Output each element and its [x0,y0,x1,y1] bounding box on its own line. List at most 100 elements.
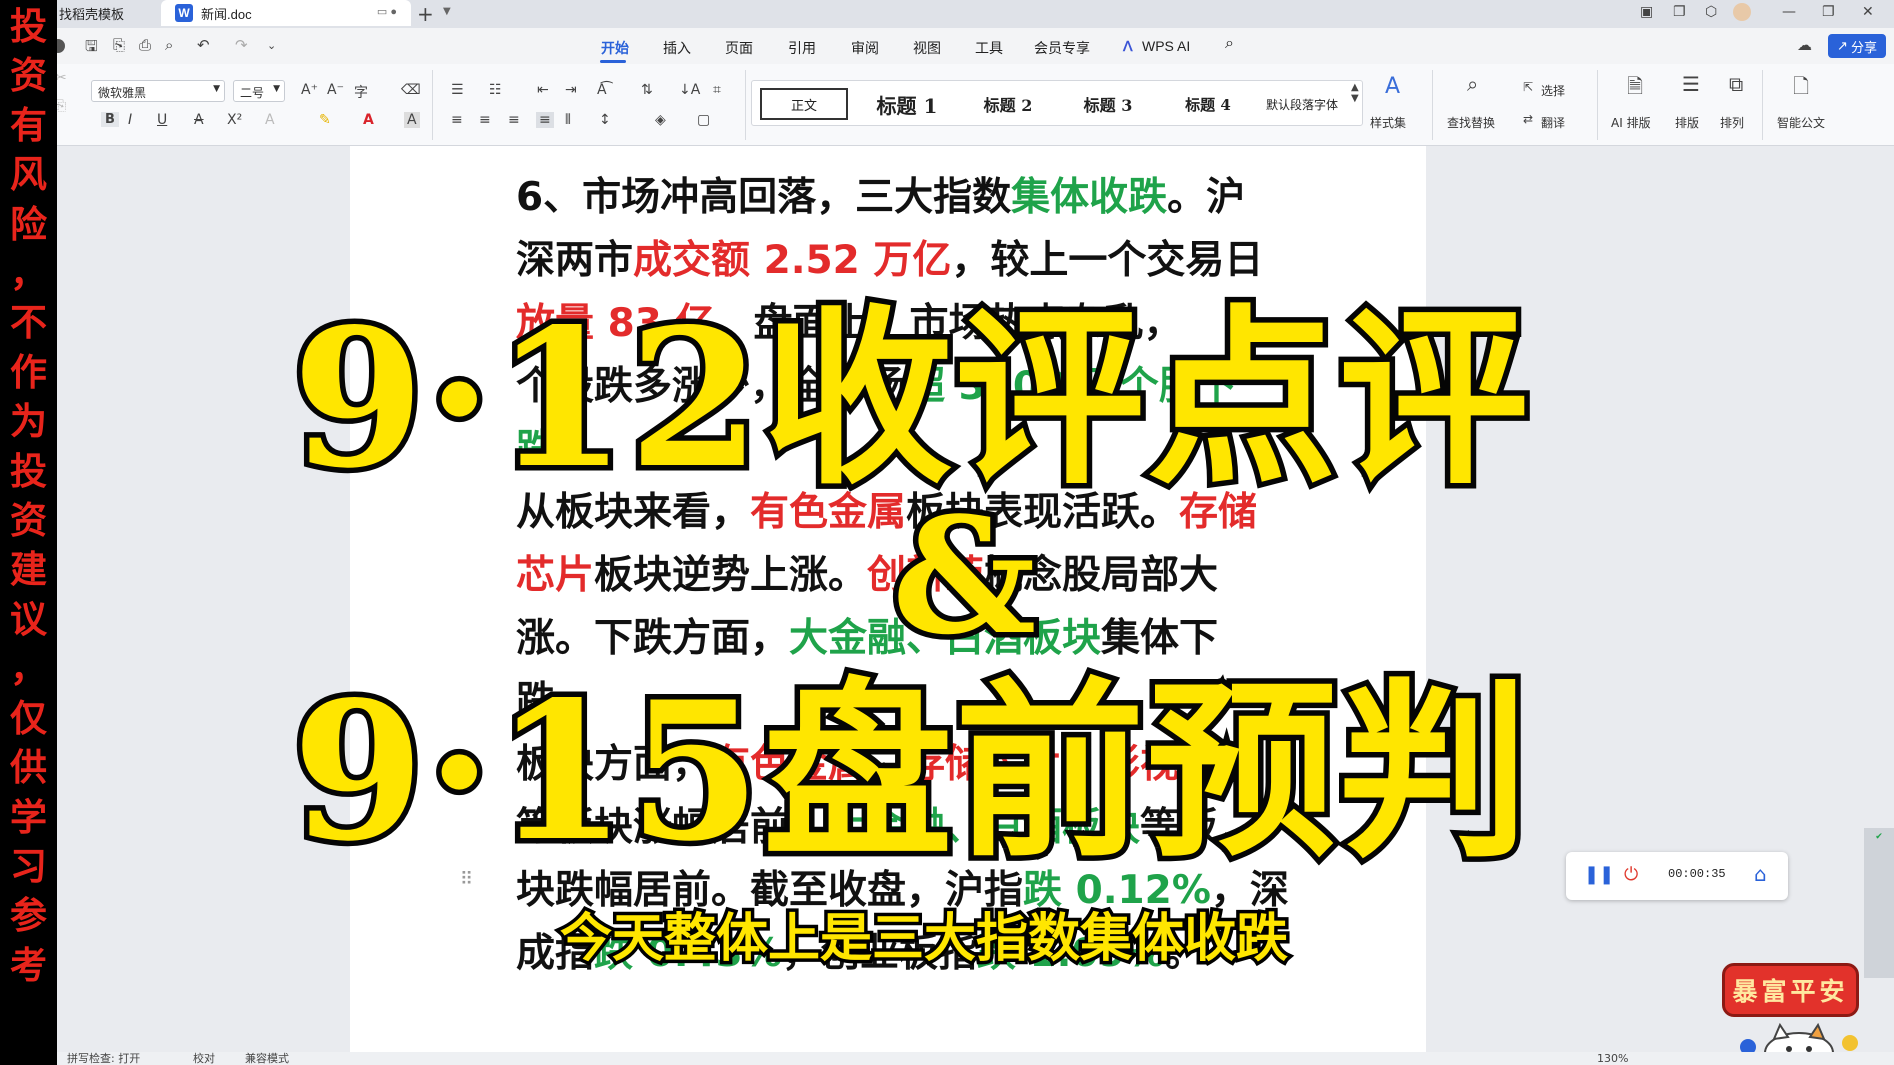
save-icon[interactable]: 🖫 [85,36,98,61]
underline-button[interactable]: U [157,112,167,128]
distribute-icon[interactable]: ⫴ [565,112,571,128]
text-direction-icon[interactable]: A͡ [597,82,607,98]
translate-icon[interactable]: ⇄ [1523,112,1533,126]
spell-check-status[interactable]: 拼写检查: 打开 [67,1052,140,1065]
style-heading-4[interactable]: 标题 4 [1162,88,1254,120]
sort-icon[interactable]: ⇅ [641,82,653,98]
layout-label[interactable]: 排版 [1675,114,1699,131]
export-icon[interactable]: ⎘ [113,36,125,54]
smart-doc-label[interactable]: 智能公文 [1777,114,1825,131]
minimize-icon[interactable]: — [1782,4,1796,20]
style-set-icon[interactable]: A [1385,74,1400,99]
align-left-icon[interactable]: ≡ [451,112,463,128]
risk-warning-char: 有 [10,103,47,147]
italic-button[interactable]: I [128,112,132,128]
phonetic-guide-icon[interactable]: 字 [354,82,368,102]
close-icon[interactable]: ✕ [1862,4,1874,20]
avatar[interactable] [1733,3,1751,21]
translate-label[interactable]: 翻译 [1541,114,1565,131]
power-stop-icon[interactable]: ⏻ [1624,864,1638,885]
overlay-title-line1: 9·12收评点评 [287,282,1535,516]
show-marks-icon[interactable]: ⌗ [713,82,721,98]
smart-doc-icon[interactable]: 🗋 [1793,72,1809,106]
restore-icon[interactable]: ❐ [1822,4,1835,20]
tab-document[interactable]: W 新闻.doc ▭ ● [161,0,411,26]
style-heading-1[interactable]: 标题 1 [862,88,952,120]
risk-warning-char: 习 [10,844,47,888]
risk-warning-char: 风 [10,153,47,197]
align-center-icon[interactable]: ≡ [479,112,491,128]
tab-options-icon[interactable]: ▭ ● [377,5,397,18]
pause-icon[interactable]: ❚❚ [1584,864,1614,885]
arrange-icon[interactable]: ⧉ [1729,72,1743,96]
proofread-button[interactable]: 校对 [193,1052,215,1065]
side-mini-panel[interactable]: ✔ [1864,828,1894,978]
text-effect-icon[interactable]: A [265,112,275,128]
menu-references[interactable]: 引用 [788,38,816,58]
select-label[interactable]: 选择 [1541,82,1565,99]
menu-review[interactable]: 审阅 [851,38,879,58]
align-right-icon[interactable]: ≡ [508,112,520,128]
menu-wps-ai[interactable]: WPS AI [1142,38,1190,54]
line-spacing-icon[interactable]: ↕ [599,112,611,128]
style-heading-3[interactable]: 标题 3 [1062,88,1154,120]
bullet-list-icon[interactable]: ☰ [451,82,464,98]
menu-tools[interactable]: 工具 [975,38,1003,58]
shrink-font-icon[interactable]: A⁻ [327,82,344,98]
menu-view[interactable]: 视图 [913,38,941,58]
home-icon[interactable]: ⌂ [1754,862,1767,886]
border-icon[interactable]: ▢ [697,112,710,128]
arrange-label[interactable]: 排列 [1720,114,1744,131]
clear-format-icon[interactable]: ⌫ [401,82,421,98]
tab-document-label: 新闻.doc [201,6,252,22]
menu-member[interactable]: 会员专享 [1034,38,1090,58]
style-normal[interactable]: 正文 [760,88,848,120]
grow-font-icon[interactable]: A⁺ [301,82,318,98]
chevron-down-icon[interactable]: ▼ [443,6,451,17]
find-replace-label[interactable]: 查找替换 [1447,114,1495,131]
strikethrough-button[interactable]: A [194,112,204,128]
new-tab-plus-icon[interactable]: + [417,2,434,26]
ai-layout-label[interactable]: AI 排版 [1611,114,1651,131]
screenshot-icon[interactable]: ▣ [1640,4,1653,20]
shading-icon[interactable]: ◈ [655,112,666,128]
increase-indent-icon[interactable]: ⇥ [565,82,577,98]
doc-line: 6、市场冲高回落，三大指数集体收跌。沪 [516,175,1246,220]
decrease-indent-icon[interactable]: ⇤ [537,82,549,98]
select-icon[interactable]: ⇱ [1523,80,1533,94]
numbered-list-icon[interactable]: ☷ [489,82,502,98]
font-name-select[interactable]: 微软雅黑 ▼ [91,80,225,102]
font-size-select[interactable]: 二号 ▼ [233,80,285,102]
redo-icon[interactable]: ↷ [235,36,248,54]
risk-warning-char: 供 [10,746,47,790]
bold-button[interactable]: B [101,112,119,127]
justify-icon[interactable]: ≡ [536,112,554,128]
tab-template-store[interactable]: 找稻壳模板 [57,0,157,26]
style-default-para-font[interactable]: 默认段落字体 [1252,88,1352,120]
menu-insert[interactable]: 插入 [663,38,691,58]
ai-layout-icon[interactable]: 🗎 [1627,72,1643,106]
char-shading-icon[interactable]: A [404,112,420,128]
ribbon-separator [1762,70,1763,140]
search-icon[interactable]: ⌕ [1225,35,1234,53]
print-preview-icon[interactable]: ⌕ [165,36,173,54]
gallery-scroll-icon[interactable]: ▲ ▼ [1351,82,1359,104]
qat-more-icon[interactable]: ⌄ [267,39,276,52]
menu-home[interactable]: 开始 [601,38,629,58]
print-icon[interactable]: ⎙ [139,36,151,54]
zoom-level[interactable]: 130% [1597,1052,1628,1065]
highlight-icon[interactable]: ✎ [319,112,331,128]
window-copy-icon[interactable]: ❐ [1673,4,1686,20]
cloud-upload-icon[interactable]: ☁ [1797,36,1812,54]
menu-page[interactable]: 页面 [725,38,753,58]
superscript-button[interactable]: X² [227,112,242,128]
style-heading-2[interactable]: 标题 2 [962,88,1054,120]
layout-icon[interactable]: ☰ [1682,72,1700,96]
cube-icon[interactable]: ⬡ [1705,4,1717,20]
font-color-icon[interactable]: A [363,112,374,128]
find-icon[interactable]: ⌕ [1467,72,1478,96]
undo-icon[interactable]: ↶ [197,36,210,54]
sort-az-icon[interactable]: ↓A [679,82,700,98]
share-button[interactable]: ↗ 分享 [1828,34,1886,58]
style-set-label[interactable]: 样式集 [1370,114,1406,131]
